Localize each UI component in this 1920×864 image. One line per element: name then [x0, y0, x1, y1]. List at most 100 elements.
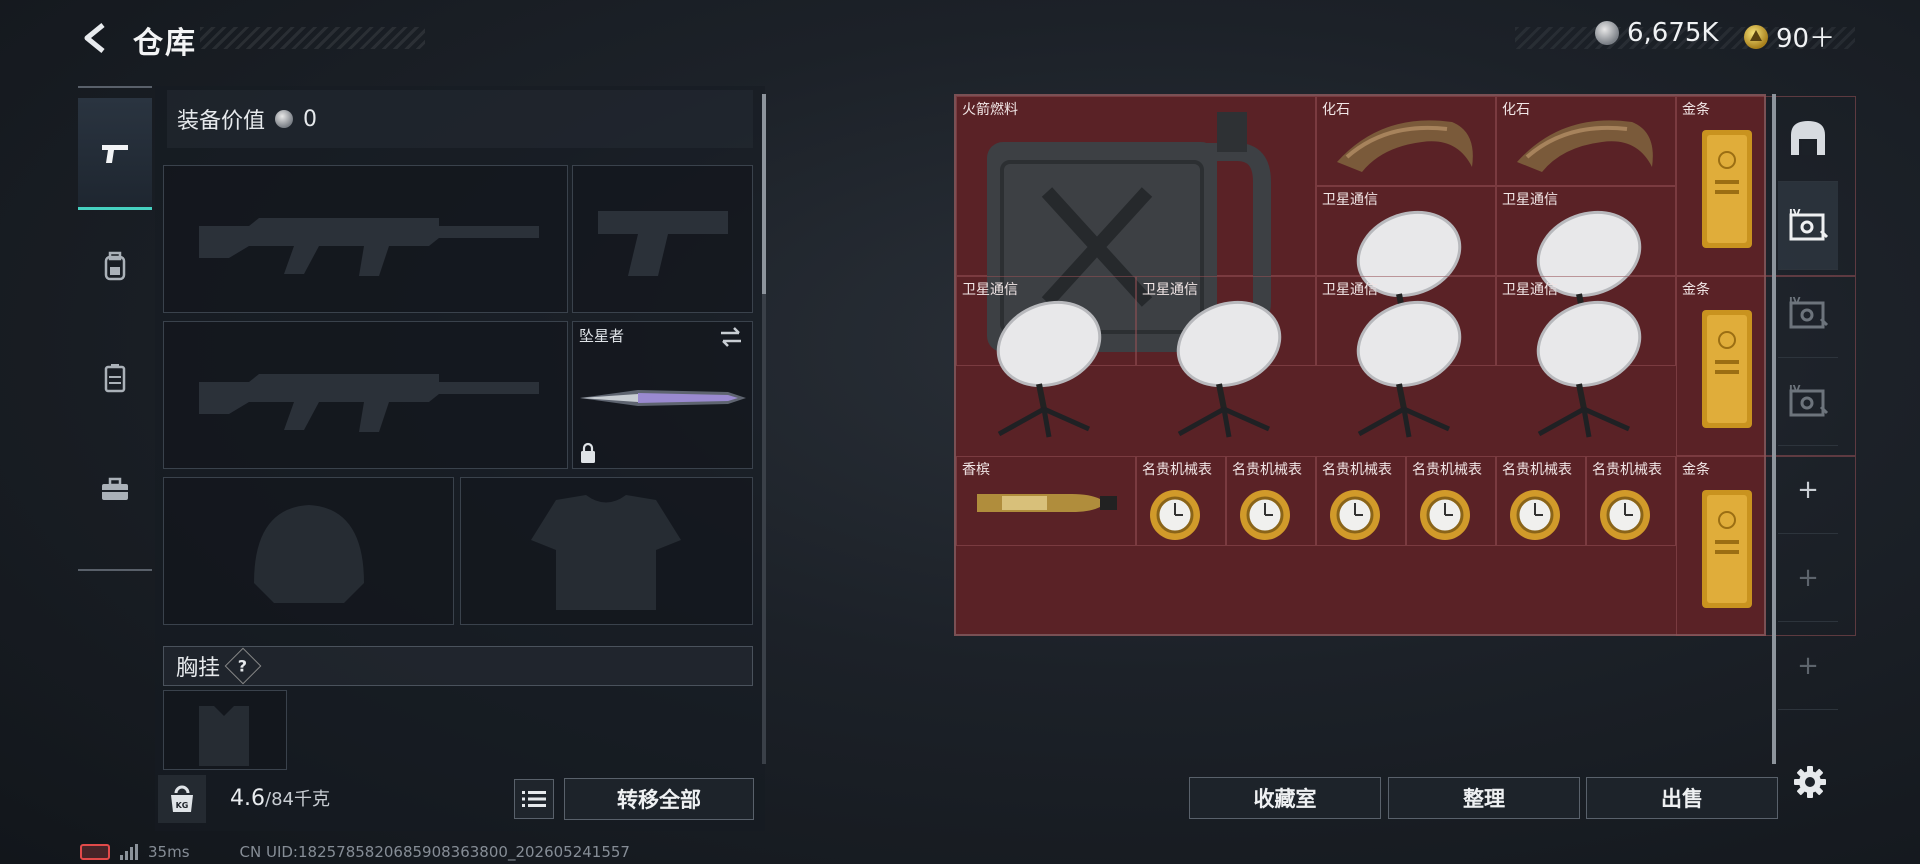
- plus-icon: +: [1797, 562, 1819, 593]
- nav-chest-rig[interactable]: [78, 322, 152, 434]
- stash-grid: 火箭燃料 化石 化石 金条 卫星通信 卫星通信 金条 卫星通信 卫星通信 卫星通信 卫星通信 金条 香槟…: [954, 94, 1856, 636]
- transfer-all-button[interactable]: 转移全部: [564, 778, 754, 820]
- sort-button[interactable]: 整理: [1388, 777, 1580, 819]
- stash-tab-iv-1[interactable]: IV: [1778, 182, 1838, 270]
- add-stash-tab-button[interactable]: +: [1778, 446, 1838, 534]
- help-icon[interactable]: ?: [224, 647, 262, 685]
- equipment-scrollbar[interactable]: [762, 94, 766, 764]
- knife-icon: [580, 390, 746, 406]
- chest-rig-slot[interactable]: [163, 690, 287, 770]
- safe-tier-icon: IV: [1789, 208, 1829, 240]
- pistol-silhouette-icon: [598, 211, 728, 276]
- stash-item-label: 卫星通信: [1322, 282, 1378, 298]
- stash-scrollbar[interactable]: [1772, 94, 1776, 764]
- list-view-button[interactable]: [514, 779, 554, 819]
- nav-toolbox[interactable]: [78, 434, 152, 546]
- stash-item-watch[interactable]: 名贵机械表: [1496, 456, 1586, 546]
- stash-item-label: 香槟: [962, 462, 990, 478]
- coin-amount: 6,675K: [1627, 18, 1719, 48]
- stash-item-label: 名贵机械表: [1142, 462, 1212, 478]
- rifle-silhouette-icon: [199, 218, 539, 276]
- carry-weight: 4.6/84千克: [230, 785, 330, 811]
- battery-charging-icon: [80, 844, 110, 860]
- stash-item-watch[interactable]: 名贵机械表: [1136, 456, 1226, 546]
- coin-icon: [275, 110, 294, 128]
- stash-item-label: 名贵机械表: [1502, 462, 1572, 478]
- sidearm-slot[interactable]: [572, 165, 753, 313]
- stash-item-satellite-dish[interactable]: 卫星通信: [956, 276, 1136, 438]
- stash-item-label: 名贵机械表: [1592, 462, 1662, 478]
- equipment-category-nav: [78, 86, 152, 571]
- equipment-value: 0: [303, 106, 318, 132]
- stash-item-fossil-claw[interactable]: 化石: [1496, 96, 1676, 186]
- svg-text:IV: IV: [1789, 208, 1801, 219]
- back-button[interactable]: [78, 20, 114, 56]
- vest-icon: [104, 364, 126, 393]
- stash-item-satellite-dish[interactable]: 卫星通信: [1496, 276, 1676, 438]
- primary-weapon-slot-2[interactable]: [163, 321, 568, 469]
- premium-amount: 90＋: [1776, 24, 1836, 54]
- safe-tier-icon: IV: [1789, 384, 1829, 416]
- nav-backpack[interactable]: [78, 210, 152, 322]
- kettlebell-icon: KG: [171, 785, 193, 812]
- nav-weapons[interactable]: [78, 98, 152, 210]
- stash-item-fuel-can[interactable]: 火箭燃料: [956, 96, 1316, 352]
- stash-tab-vault[interactable]: [1778, 94, 1838, 182]
- swap-icon[interactable]: [718, 326, 744, 348]
- stash-item-watch[interactable]: 名贵机械表: [1226, 456, 1316, 546]
- list-icon: [522, 791, 546, 807]
- helmet-slot[interactable]: [163, 477, 454, 625]
- vault-icon: [1791, 120, 1825, 155]
- stash-item-label: 卫星通信: [962, 282, 1018, 298]
- melee-name: 坠星者: [579, 327, 625, 345]
- stash-item-label: 卫星通信: [1142, 282, 1198, 298]
- stash-item-satellite-dish[interactable]: 卫星通信: [1496, 186, 1676, 348]
- stash-tab-iv-2[interactable]: IV: [1778, 270, 1838, 358]
- settings-button[interactable]: [1790, 762, 1830, 802]
- armor-silhouette-icon: [531, 495, 681, 610]
- melee-slot[interactable]: 坠星者: [572, 321, 753, 469]
- svg-text:KG: KG: [176, 801, 189, 810]
- stash-item-label: 名贵机械表: [1322, 462, 1392, 478]
- equipment-value-bar: 装备价值 0: [167, 90, 753, 148]
- collection-room-button[interactable]: 收藏室: [1189, 777, 1381, 819]
- backpack-icon: [104, 251, 126, 281]
- signal-icon: [120, 844, 138, 860]
- pistol-icon: [102, 144, 128, 163]
- user-uid: CN UID:1825785820685908363800_2026052415…: [239, 843, 630, 861]
- coin-icon: [1595, 21, 1619, 45]
- weight-max: /84千克: [265, 789, 330, 810]
- premium-balance[interactable]: 90＋: [1744, 18, 1835, 55]
- primary-weapon-slot-1[interactable]: [163, 165, 568, 313]
- lock-icon: [581, 442, 595, 463]
- coin-balance[interactable]: 6,675K: [1595, 18, 1718, 48]
- chest-rig-header: 胸挂 ?: [163, 646, 753, 686]
- status-bar: 35ms CN UID:1825785820685908363800_20260…: [80, 843, 630, 861]
- gear-icon: [1794, 766, 1826, 798]
- rifle-silhouette-icon: [199, 374, 539, 432]
- svg-text:IV: IV: [1789, 296, 1801, 307]
- safe-tier-icon: IV: [1789, 296, 1829, 328]
- locked-stash-tab[interactable]: +: [1778, 622, 1838, 710]
- chest-rig-label: 胸挂: [176, 656, 221, 681]
- stash-item-fossil-claw[interactable]: 化石: [1316, 96, 1496, 186]
- title-decoration: [200, 27, 425, 49]
- stash-tab-iv-3[interactable]: IV: [1778, 358, 1838, 446]
- stash-item-champagne[interactable]: 香槟: [956, 456, 1136, 546]
- stash-item-satellite-dish[interactable]: 卫星通信: [1136, 276, 1316, 438]
- body-armor-slot[interactable]: [460, 477, 753, 625]
- stash-item-satellite-dish[interactable]: 卫星通信: [1316, 186, 1496, 348]
- stash-item-watch[interactable]: 名贵机械表: [1586, 456, 1676, 546]
- stash-item-satellite-dish[interactable]: 卫星通信: [1316, 276, 1496, 438]
- back-arrow-icon: [84, 23, 105, 53]
- stash-item-watch[interactable]: 名贵机械表: [1316, 456, 1406, 546]
- locked-stash-tab[interactable]: +: [1778, 534, 1838, 622]
- stash-item-label: 卫星通信: [1502, 282, 1558, 298]
- stash-item-label: 卫星通信: [1502, 192, 1558, 208]
- stash-item-label: 卫星通信: [1322, 192, 1378, 208]
- plus-icon: +: [1797, 474, 1819, 505]
- stash-item-label: 金条: [1682, 462, 1710, 478]
- ping-value: 35ms: [148, 843, 190, 861]
- sell-button[interactable]: 出售: [1586, 777, 1778, 819]
- stash-item-watch[interactable]: 名贵机械表: [1406, 456, 1496, 546]
